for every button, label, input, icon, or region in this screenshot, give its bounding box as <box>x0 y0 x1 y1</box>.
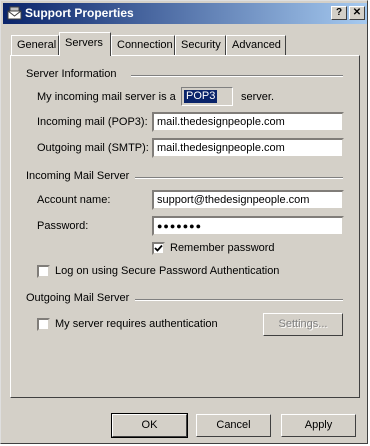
server-type-field: POP3 <box>181 87 233 106</box>
cancel-button[interactable]: Cancel <box>196 414 271 437</box>
remember-password-checkbox[interactable] <box>152 242 165 255</box>
requires-auth-checkbox[interactable] <box>37 318 50 331</box>
spa-checkbox[interactable] <box>37 265 50 278</box>
servers-tab-panel: Server Information My incoming mail serv… <box>10 55 360 398</box>
ok-button[interactable]: OK <box>111 413 188 438</box>
properties-dialog: Support Properties ? ✕ General Servers C… <box>0 0 368 444</box>
group-divider <box>131 177 343 179</box>
incoming-mail-input[interactable]: mail.thedesignpeople.com <box>152 112 344 132</box>
tab-general[interactable]: General <box>11 35 59 55</box>
requires-auth-label[interactable]: My server requires authentication <box>55 318 218 330</box>
settings-button[interactable]: Settings... <box>263 313 343 336</box>
close-icon: ✕ <box>352 7 362 18</box>
outgoing-mail-server-title: Outgoing Mail Server <box>26 292 136 304</box>
tab-connection[interactable]: Connection <box>111 35 175 55</box>
server-information-title: Server Information <box>26 68 123 80</box>
apply-button[interactable]: Apply <box>281 414 356 437</box>
incoming-mail-label: Incoming mail (POP3): <box>37 116 148 128</box>
tab-servers[interactable]: Servers <box>59 32 111 56</box>
window-title: Support Properties <box>25 6 134 20</box>
password-input[interactable]: ●●●●●●● <box>152 216 344 236</box>
checkmark-icon <box>154 244 163 252</box>
incoming-mail-server-title: Incoming Mail Server <box>26 170 136 182</box>
group-divider <box>131 299 343 301</box>
mail-account-icon <box>7 6 22 20</box>
outgoing-mail-input[interactable]: mail.thedesignpeople.com <box>152 138 344 158</box>
account-name-input[interactable]: support@thedesignpeople.com <box>152 190 344 210</box>
close-button[interactable]: ✕ <box>349 6 365 20</box>
remember-password-label[interactable]: Remember password <box>170 242 275 254</box>
title-bar[interactable]: Support Properties ? ✕ <box>3 3 367 24</box>
tab-security[interactable]: Security <box>175 35 226 55</box>
server-type-value: POP3 <box>184 90 218 103</box>
spa-label[interactable]: Log on using Secure Password Authenticat… <box>55 265 279 277</box>
account-name-label: Account name: <box>37 194 111 206</box>
tab-advanced[interactable]: Advanced <box>226 35 286 55</box>
help-button[interactable]: ? <box>331 6 347 20</box>
password-label: Password: <box>37 220 89 232</box>
incoming-server-type-prefix: My incoming mail server is a <box>37 91 176 103</box>
outgoing-mail-label: Outgoing mail (SMTP): <box>37 142 149 154</box>
incoming-server-type-suffix: server. <box>241 91 275 103</box>
group-divider <box>131 75 343 77</box>
